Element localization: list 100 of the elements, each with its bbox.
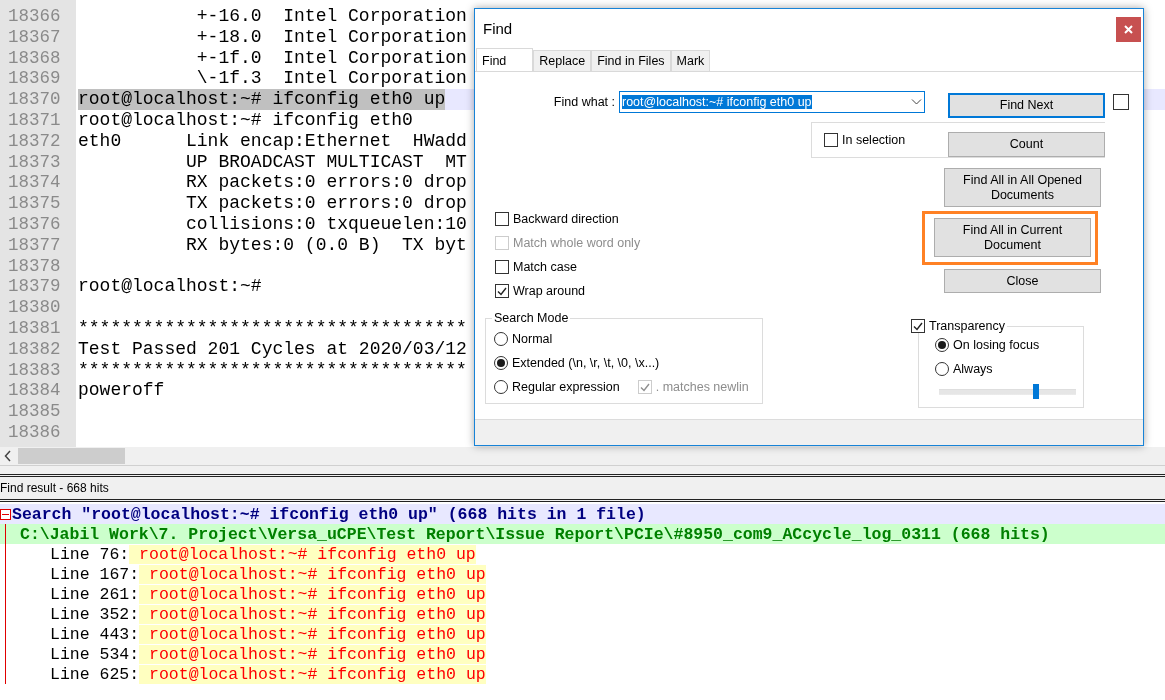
dialog-button[interactable]: Count [948,131,1105,157]
radio-button[interactable] [935,338,949,352]
radio-label[interactable]: Regular expression [512,380,620,394]
line-label: Line 534: [50,644,140,664]
panel-title: Find result - 668 hits [0,481,109,495]
find-what-field[interactable]: root@localhost:~# ifconfig eth0 up [619,90,925,113]
slider-thumb[interactable] [1033,384,1040,399]
line-number: 18375 [7,193,62,214]
line-number: 18378 [7,255,62,277]
code-line: poweroff [78,380,165,402]
line-number: 18379 [7,276,62,298]
line-number: 18373 [7,151,62,173]
line-number: 18368 [7,47,62,69]
line-label: Line 352: [50,604,140,624]
radio-button[interactable] [935,362,949,376]
checkbox-label[interactable]: Transparency [929,319,1005,333]
line-number: 18370 [7,89,62,110]
search-header-row[interactable]: Search "root@localhost:~# ifconfig eth0 up" (668 hits in 1 file) [0,504,1165,524]
line-number: 18367 [7,26,62,48]
hit-text[interactable]: root@localhost:~# ifconfig eth0 up [139,564,486,584]
code-line: eth0 Link encap:Ethernet HWadd [78,130,467,152]
code-line: \-1f.3 Intel Corporation [195,68,467,90]
code-line: RX bytes:0 (0.0 B) TX byt [185,234,467,256]
collapse-icon[interactable] [0,508,11,520]
check-icon [639,382,650,392]
dialog-button[interactable]: Close [944,269,1101,293]
checkbox-label[interactable]: Match case [513,260,577,274]
checkbox-label[interactable]: Backward direction [513,212,619,226]
radio-label[interactable]: Normal [512,332,553,346]
radio-label[interactable]: Extended (\n, \r, \t, \0, \x...) [512,356,660,370]
code-line: RX packets:0 errors:0 drop [185,172,467,194]
dialog-title: Find [483,20,513,37]
checkbox[interactable] [495,212,509,226]
line-number: 18377 [7,234,62,256]
radio-button[interactable] [494,380,508,394]
checkbox-label[interactable]: Wrap around [513,284,586,298]
scroll-left-icon[interactable] [4,450,12,462]
code-line: root@localhost:~# ifconfig eth0 [78,110,413,131]
code-line: +-18.0 Intel Corporation [195,26,467,48]
line-number: 18372 [7,130,62,152]
line-number: 18371 [7,110,62,131]
radio-button[interactable] [494,332,508,346]
splitter-bar[interactable] [0,466,1165,477]
code-line: UP BROADCAST MULTICAST MT [185,151,467,173]
dialog-tab[interactable]: Find in Files [591,50,671,71]
line-number: 18383 [7,359,62,381]
line-number: 18381 [7,317,62,339]
checkbox[interactable] [911,319,925,333]
hit-text[interactable]: root@localhost:~# ifconfig eth0 up [139,644,486,664]
radio-button[interactable] [494,356,508,370]
line-label: Line 443: [50,624,140,644]
radio-label[interactable]: On losing focus [953,338,1040,352]
line-number: 18376 [7,213,62,235]
checkbox[interactable] [1113,93,1129,110]
field-label: Find what : [552,94,615,109]
dialog-button[interactable]: Find All in Current Document [934,218,1091,257]
code-line: ************************************ [78,359,467,381]
line-label: Line 76: [50,544,130,564]
check-icon [497,286,507,296]
dropdown-caret-icon[interactable] [911,98,922,105]
close-button[interactable] [1116,17,1141,42]
line-number: 18384 [7,380,62,402]
line-number: 18385 [7,401,62,422]
code-line: TX packets:0 errors:0 drop [185,193,467,214]
hit-text[interactable]: root@localhost:~# ifconfig eth0 up [139,624,486,644]
code-line: +-1f.0 Intel Corporation [195,47,467,69]
line-number: 18369 [7,68,62,90]
radio-label[interactable]: Always [953,362,993,376]
search-summary: Search "root@localhost:~# ifconfig eth0 up" (668 hits in 1 file) [12,504,646,524]
dialog-button[interactable]: Find Next [948,93,1105,118]
checkbox[interactable] [495,260,509,274]
line-number: 18380 [7,297,62,318]
line-number: 18374 [7,172,62,194]
line-number: 18382 [7,338,62,360]
hit-text[interactable]: root@localhost:~# ifconfig eth0 up [139,584,486,604]
line-number: 18386 [7,421,62,443]
dialog-tab[interactable]: Replace [533,50,592,71]
code-line: Test Passed 201 Cycles at 2020/03/12 [78,338,467,360]
hit-text[interactable]: root@localhost:~# ifconfig eth0 up [139,664,486,684]
group-title: Search Mode [493,311,570,325]
checkbox[interactable] [495,284,509,298]
close-icon[interactable] [1124,25,1133,34]
code-line: root@localhost:~# [78,276,262,298]
hit-text[interactable]: root@localhost:~# ifconfig eth0 up [129,544,476,564]
code-line: collisions:0 txqueuelen:10 [185,213,467,235]
dialog-tab[interactable]: Find [476,48,534,72]
code-line: +-16.0 Intel Corporation [195,6,467,27]
checkbox[interactable] [824,133,838,147]
code-line: ************************************ [78,317,467,339]
check-icon [913,321,923,331]
horizontal-scrollbar[interactable] [0,447,1165,466]
line-label: Line 261: [50,584,140,604]
line-label: Line 625: [50,664,140,684]
line-label: Line 167: [50,564,140,584]
dialog-button[interactable]: Find All in All Opened Documents [944,168,1101,207]
line-number: 18366 [7,6,62,27]
dialog-tab[interactable]: Mark [670,50,711,71]
hit-text[interactable]: root@localhost:~# ifconfig eth0 up [139,604,486,624]
scrollbar-thumb[interactable] [18,448,125,464]
checkbox-label[interactable]: In selection [842,133,906,147]
